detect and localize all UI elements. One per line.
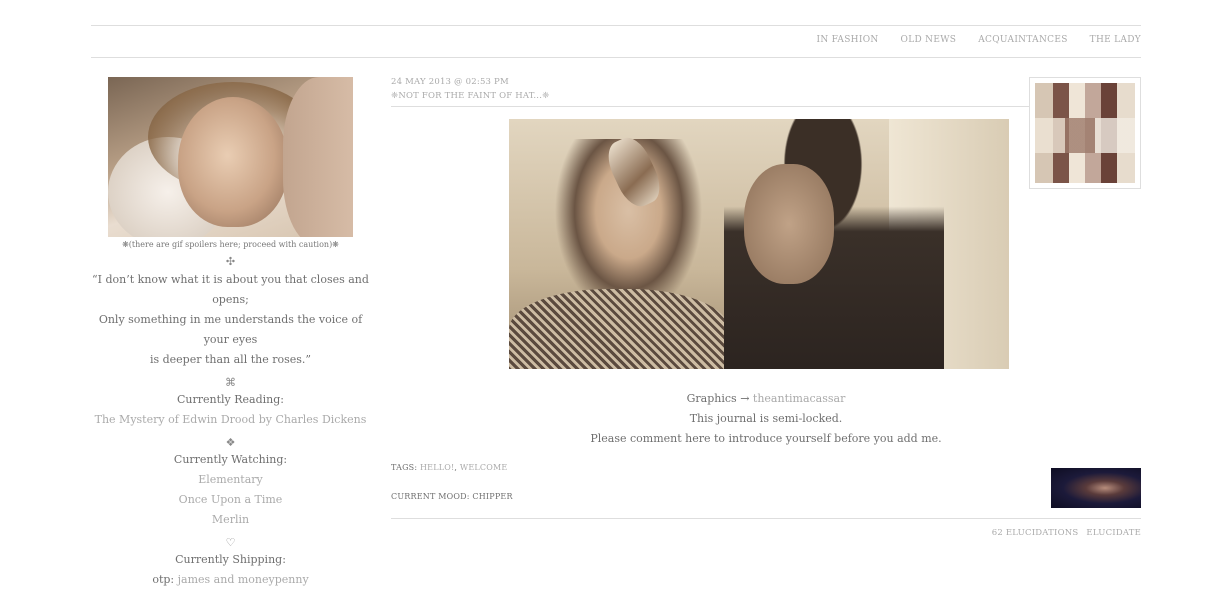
current-mood: CURRENT MOOD: CHIPPER — [391, 492, 513, 501]
tags-label: TAGS: — [391, 463, 418, 472]
body-line: Please comment here to introduce yoursel… — [590, 432, 942, 445]
shipping-label: otp: — [152, 573, 175, 586]
nav-link-in-fashion[interactable]: IN FASHION — [816, 35, 878, 45]
post-main-image — [509, 119, 1009, 369]
shipping-value[interactable]: james and moneypenny — [178, 573, 309, 586]
quote-line: “I don’t know what it is about you that … — [92, 273, 369, 306]
footer-links: 62 ELUCIDATIONS ELUCIDATE — [992, 528, 1141, 538]
reply-link[interactable]: ELUCIDATE — [1086, 528, 1141, 538]
shipping-entry: otp: james and moneypenny — [91, 570, 370, 590]
user-avatar[interactable] — [1029, 77, 1141, 189]
watching-item[interactable]: Once Upon a Time — [91, 490, 370, 510]
ornament-divider: ❖ — [225, 436, 236, 449]
reading-link[interactable]: The Mystery of Edwin Drood by Charles Di… — [91, 410, 370, 430]
watching-item[interactable]: Elementary — [91, 470, 370, 490]
tag-separator: , — [454, 463, 458, 472]
image-caption: ❋(there are gif spoilers here; proceed w… — [122, 240, 339, 249]
reading-heading: Currently Reading: — [176, 393, 284, 406]
heart-icon: ♡ — [225, 536, 236, 549]
quote-line: Only something in me understands the voi… — [98, 313, 363, 346]
nav-link-the-lady[interactable]: THE LADY — [1090, 35, 1141, 45]
ornament-divider: ✣ — [225, 255, 236, 268]
graphics-credit-line: Graphics → theantimacassar — [391, 389, 1141, 409]
post-subject: ❈NOT FOR THE FAINT OF HAT...❈ — [391, 91, 1029, 107]
post-body: Graphics → theantimacassar This journal … — [391, 389, 1141, 449]
ornament-divider: ⌘ — [225, 376, 236, 389]
nav-link-acquaintances[interactable]: ACQUAINTANCES — [978, 35, 1067, 45]
tag-link[interactable]: WELCOME — [460, 463, 508, 472]
shipping-heading: Currently Shipping: — [175, 553, 286, 566]
mood-userpic-image — [1051, 468, 1141, 508]
post-footer: 62 ELUCIDATIONS ELUCIDATE — [391, 518, 1141, 538]
watching-item[interactable]: Merlin — [91, 510, 370, 530]
image-dress — [509, 289, 729, 369]
comments-link[interactable]: 62 ELUCIDATIONS — [992, 528, 1079, 538]
post-tags: TAGS: HELLO!, WELCOME — [391, 463, 507, 472]
graphics-label: Graphics → — [686, 392, 750, 405]
graphics-credit-link[interactable]: theantimacassar — [753, 392, 845, 405]
portrait-shoulder — [283, 77, 353, 237]
quote: “I don’t know what it is about you that … — [91, 270, 370, 370]
sidebar-portrait-image — [108, 77, 353, 237]
watching-heading: Currently Watching: — [173, 453, 288, 466]
sidebar: ❋(there are gif spoilers here; proceed w… — [91, 77, 370, 590]
nav-links: IN FASHION OLD NEWS ACQUAINTANCES THE LA… — [816, 35, 1141, 45]
tag-link[interactable]: HELLO! — [420, 463, 454, 472]
image-man-face — [744, 164, 834, 284]
portrait-face — [178, 97, 288, 227]
avatar-collage-overlay — [1035, 118, 1135, 153]
top-navigation: IN FASHION OLD NEWS ACQUAINTANCES THE LA… — [91, 25, 1141, 58]
body-line: This journal is semi-locked. — [689, 412, 843, 425]
quote-line: is deeper than all the roses.” — [149, 353, 312, 366]
nav-link-old-news[interactable]: OLD NEWS — [901, 35, 957, 45]
